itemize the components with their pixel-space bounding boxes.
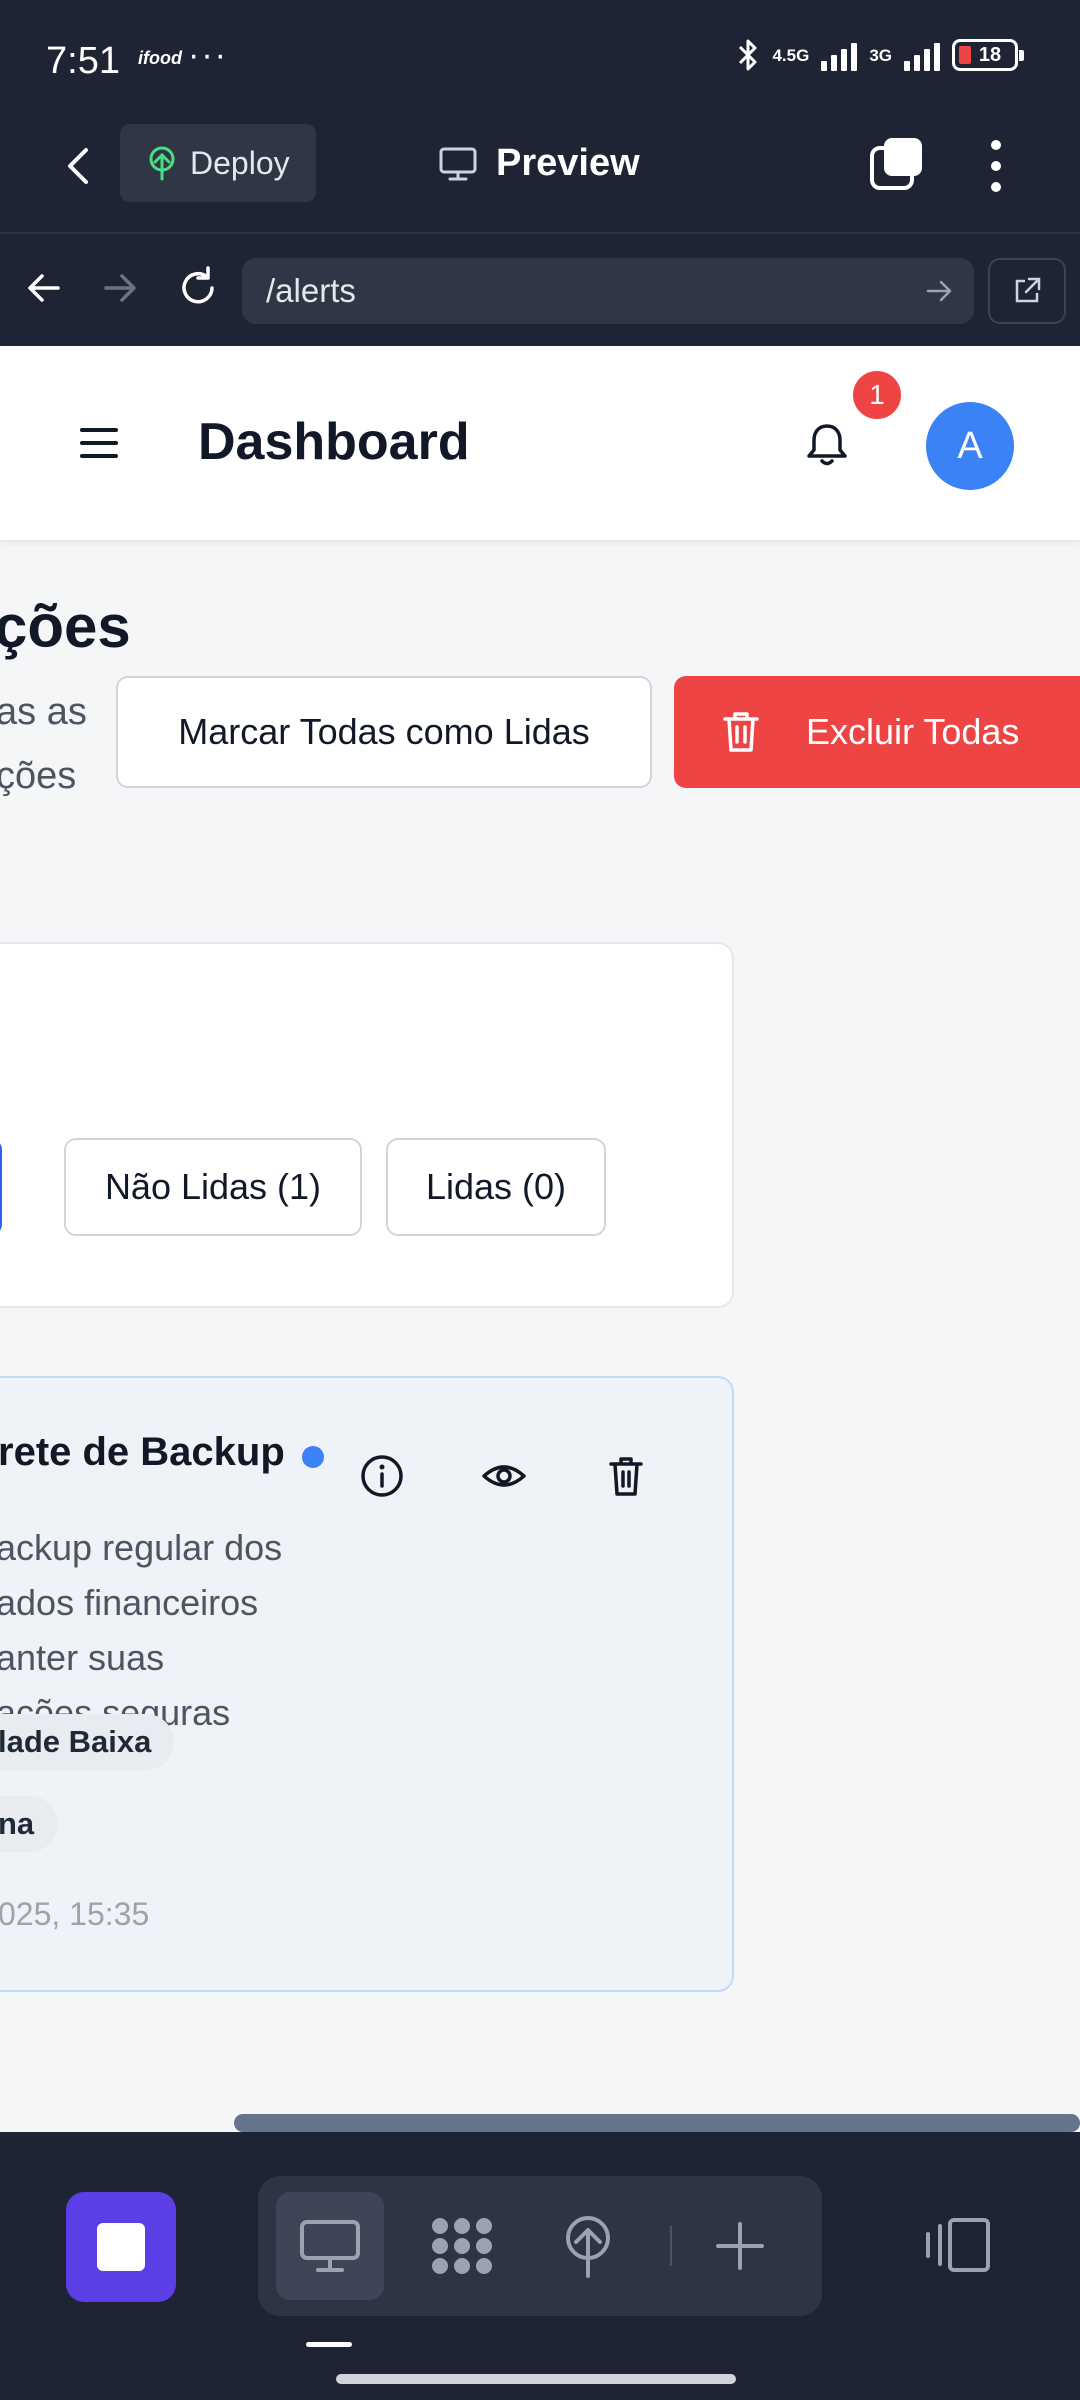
preview-view-button[interactable] bbox=[276, 2192, 384, 2300]
view-switcher bbox=[258, 2176, 822, 2316]
browser-forward-icon[interactable] bbox=[96, 264, 144, 312]
toolbar-divider bbox=[670, 2226, 672, 2266]
tabs-icon[interactable] bbox=[868, 136, 926, 194]
priority-tag: lade Baixa bbox=[0, 1714, 174, 1770]
url-text: /alerts bbox=[266, 272, 356, 309]
filter-all-button[interactable]: ) bbox=[0, 1138, 2, 1236]
grid-nodes-icon bbox=[432, 2218, 492, 2274]
network-type-1: 4.5G bbox=[772, 45, 810, 65]
section-heading: ções bbox=[0, 593, 131, 660]
deploy-view-button[interactable] bbox=[534, 2192, 642, 2300]
open-external-button[interactable] bbox=[988, 258, 1066, 324]
stop-icon bbox=[97, 2223, 145, 2271]
notification-badge: 1 bbox=[850, 368, 904, 422]
horizontal-scrollbar[interactable] bbox=[234, 2114, 1080, 2132]
section-description: as as ções bbox=[0, 680, 92, 808]
reload-icon[interactable] bbox=[174, 264, 222, 312]
info-icon[interactable] bbox=[358, 1452, 406, 1500]
trash-icon[interactable] bbox=[602, 1452, 650, 1500]
status-bar: 7:51 ifood ··· 4.5G 3G 18 bbox=[0, 0, 1080, 118]
unread-indicator bbox=[302, 1446, 324, 1468]
signal-icon bbox=[821, 39, 858, 71]
plus-icon bbox=[716, 2222, 764, 2270]
filter-unread-button[interactable]: Não Lidas (1) bbox=[64, 1138, 362, 1236]
status-more-dots: ··· bbox=[188, 36, 228, 74]
alert-title: rete de Backup bbox=[0, 1430, 285, 1474]
back-arrow-icon[interactable] bbox=[56, 142, 104, 190]
bluetooth-icon bbox=[739, 39, 757, 71]
description-line: ções bbox=[0, 755, 77, 797]
more-menu-icon[interactable] bbox=[980, 134, 1012, 198]
preview-title: Preview bbox=[438, 142, 640, 185]
alert-description-line: anter suas bbox=[0, 1637, 165, 1678]
status-app-icon: ifood bbox=[138, 48, 182, 68]
alert-timestamp: 025, 15:35 bbox=[0, 1896, 150, 1932]
alert-description-line: ados financeiros bbox=[0, 1582, 259, 1623]
signal-icon-2 bbox=[904, 39, 940, 71]
deploy-icon bbox=[566, 2216, 610, 2278]
url-input[interactable]: /alerts bbox=[242, 258, 974, 324]
bottom-toolbar bbox=[0, 2132, 1080, 2400]
status-time: 7:51 bbox=[46, 40, 120, 82]
filter-card: ) Não Lidas (1) Lidas (0) bbox=[0, 942, 734, 1308]
category-tag: na bbox=[0, 1796, 58, 1852]
add-button[interactable] bbox=[686, 2192, 794, 2300]
eye-icon[interactable] bbox=[480, 1452, 528, 1500]
monitor-icon bbox=[439, 147, 477, 180]
delete-all-button[interactable]: Excluir Todas bbox=[674, 676, 1080, 788]
device-toggle-icon[interactable] bbox=[924, 2216, 992, 2274]
alert-description: ackup regular dos ados financeiros anter… bbox=[0, 1520, 282, 1740]
trash-icon bbox=[723, 712, 759, 752]
external-link-icon bbox=[1015, 277, 1041, 303]
deploy-label: Deploy bbox=[190, 144, 290, 181]
deploy-button[interactable]: Deploy bbox=[120, 124, 316, 202]
alert-card[interactable]: rete de Backup ackup regular dos ados fi… bbox=[0, 1376, 734, 1992]
delete-all-label: Excluir Todas bbox=[806, 711, 1020, 752]
deploy-icon bbox=[149, 146, 175, 181]
page-title: Dashboard bbox=[198, 413, 470, 471]
hamburger-menu-icon[interactable] bbox=[80, 428, 118, 458]
go-arrow-icon[interactable] bbox=[924, 276, 954, 306]
workflow-view-button[interactable] bbox=[408, 2192, 516, 2300]
home-indicator[interactable] bbox=[336, 2374, 736, 2384]
battery-icon: 18 bbox=[952, 39, 1024, 71]
battery-level: 18 bbox=[978, 43, 1002, 66]
avatar[interactable]: A bbox=[926, 402, 1014, 490]
description-line: as as bbox=[0, 691, 87, 733]
bell-icon[interactable] bbox=[800, 418, 854, 472]
monitor-icon bbox=[300, 2220, 360, 2272]
alert-description-line: ackup regular dos bbox=[0, 1527, 283, 1568]
mark-all-read-button[interactable]: Marcar Todas como Lidas bbox=[116, 676, 652, 788]
network-type-2: 3G bbox=[869, 45, 892, 65]
stop-button[interactable] bbox=[66, 2192, 176, 2302]
preview-label: Preview bbox=[496, 142, 640, 184]
site-header: Dashboard 1 A bbox=[0, 346, 1080, 542]
status-icons: 4.5G 3G 18 bbox=[736, 38, 1024, 72]
browser-back-icon[interactable] bbox=[20, 264, 68, 312]
app-toolbar: Deploy Preview bbox=[0, 118, 1080, 234]
active-tab-indicator bbox=[306, 2342, 352, 2347]
browser-bar: /alerts bbox=[0, 234, 1080, 346]
filter-read-button[interactable]: Lidas (0) bbox=[386, 1138, 606, 1236]
web-content: Dashboard 1 A ções as as ções Marcar Tod… bbox=[0, 346, 1080, 2132]
